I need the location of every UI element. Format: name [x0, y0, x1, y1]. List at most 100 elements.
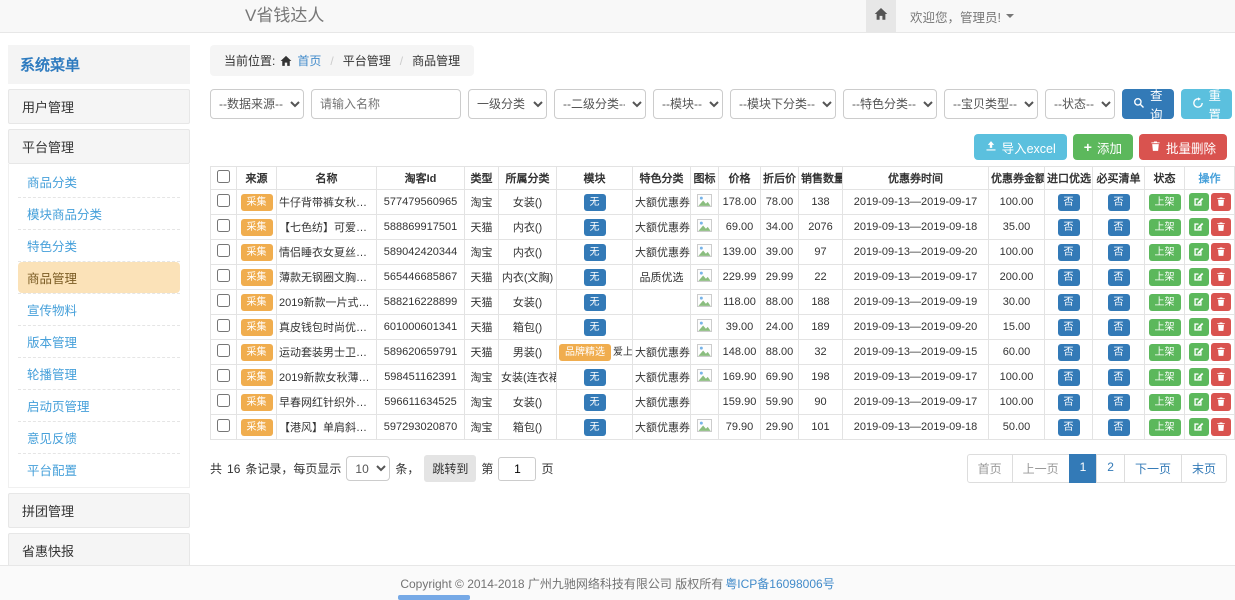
delete-button[interactable] [1211, 393, 1231, 411]
reset-button[interactable]: 重置 [1181, 89, 1233, 119]
row-checkbox[interactable] [217, 369, 230, 382]
sidebar-item-link[interactable]: 意见反馈 [18, 422, 180, 453]
sidebar-group-header[interactable]: 拼团管理 [8, 493, 190, 528]
filter-select[interactable]: --状态-- [1045, 89, 1115, 119]
delete-button[interactable] [1211, 268, 1231, 286]
must-buy-badge[interactable]: 否 [1108, 244, 1130, 261]
horizontal-scrollbar-thumb[interactable] [398, 595, 470, 600]
delete-button[interactable] [1211, 243, 1231, 261]
row-checkbox[interactable] [217, 419, 230, 432]
sidebar-item-link[interactable]: 启动页管理 [18, 390, 180, 421]
status-badge[interactable]: 上架 [1149, 419, 1181, 436]
sidebar-item-link[interactable]: 版本管理 [18, 326, 180, 357]
home-button[interactable] [866, 0, 896, 32]
status-badge[interactable]: 上架 [1149, 219, 1181, 236]
page-number-button[interactable]: 1 [1069, 454, 1098, 483]
icp-link[interactable]: 粤ICP备16098006号 [725, 575, 834, 592]
must-buy-badge[interactable]: 否 [1108, 344, 1130, 361]
page-number-button[interactable]: 2 [1096, 454, 1125, 483]
row-checkbox[interactable] [217, 219, 230, 232]
must-buy-badge[interactable]: 否 [1108, 269, 1130, 286]
edit-button[interactable] [1189, 318, 1209, 336]
sidebar-item-link[interactable]: 模块商品分类 [18, 198, 180, 229]
sidebar-group-header[interactable]: 用户管理 [8, 89, 190, 124]
batch-delete-button[interactable]: 批量删除 [1139, 134, 1227, 160]
import-select-badge[interactable]: 否 [1058, 219, 1080, 236]
name-search-input[interactable] [311, 89, 461, 119]
edit-button[interactable] [1189, 343, 1209, 361]
must-buy-badge[interactable]: 否 [1108, 194, 1130, 211]
import-select-badge[interactable]: 否 [1058, 269, 1080, 286]
edit-button[interactable] [1189, 268, 1209, 286]
import-select-badge[interactable]: 否 [1058, 294, 1080, 311]
sidebar-group-header[interactable]: 省惠快报 [8, 533, 190, 565]
status-badge[interactable]: 上架 [1149, 369, 1181, 386]
sidebar-item-link[interactable]: 平台配置 [18, 454, 180, 485]
status-badge[interactable]: 上架 [1149, 394, 1181, 411]
jump-button[interactable]: 跳转到 [424, 455, 476, 482]
delete-button[interactable] [1211, 418, 1231, 436]
import-select-badge[interactable]: 否 [1058, 369, 1080, 386]
must-buy-badge[interactable]: 否 [1108, 319, 1130, 336]
row-checkbox[interactable] [217, 194, 230, 207]
query-button[interactable]: 查询 [1122, 89, 1174, 119]
must-buy-badge[interactable]: 否 [1108, 219, 1130, 236]
page-first-button[interactable]: 首页 [967, 454, 1013, 483]
sidebar-item-link[interactable]: 宣传物料 [18, 294, 180, 325]
delete-button[interactable] [1211, 293, 1231, 311]
add-button[interactable]: + 添加 [1073, 134, 1133, 160]
select-all-checkbox[interactable] [217, 170, 230, 183]
must-buy-badge[interactable]: 否 [1108, 394, 1130, 411]
breadcrumb-home-link[interactable]: 首页 [297, 52, 321, 69]
row-checkbox[interactable] [217, 294, 230, 307]
page-prev-button[interactable]: 上一页 [1012, 454, 1070, 483]
sidebar-item-link[interactable]: 商品分类 [18, 166, 180, 197]
row-checkbox[interactable] [217, 319, 230, 332]
edit-button[interactable] [1189, 393, 1209, 411]
edit-button[interactable] [1189, 418, 1209, 436]
status-badge[interactable]: 上架 [1149, 269, 1181, 286]
edit-button[interactable] [1189, 368, 1209, 386]
edit-button[interactable] [1189, 243, 1209, 261]
delete-button[interactable] [1211, 218, 1231, 236]
row-checkbox[interactable] [217, 269, 230, 282]
filter-select[interactable]: --宝贝类型-- [944, 89, 1038, 119]
import-select-badge[interactable]: 否 [1058, 244, 1080, 261]
jump-page-input[interactable] [498, 457, 536, 481]
delete-button[interactable] [1211, 368, 1231, 386]
must-buy-badge[interactable]: 否 [1108, 369, 1130, 386]
must-buy-badge[interactable]: 否 [1108, 294, 1130, 311]
sidebar-item-link[interactable]: 商品管理 [18, 262, 180, 293]
page-next-button[interactable]: 下一页 [1124, 454, 1182, 483]
sidebar-item-link[interactable]: 轮播管理 [18, 358, 180, 389]
row-checkbox[interactable] [217, 244, 230, 257]
filter-select[interactable]: --二级分类-- [554, 89, 646, 119]
import-excel-button[interactable]: 导入excel [974, 134, 1067, 160]
status-badge[interactable]: 上架 [1149, 344, 1181, 361]
filter-select[interactable]: --数据来源-- [210, 89, 304, 119]
sidebar-item-link[interactable]: 特色分类 [18, 230, 180, 261]
row-checkbox[interactable] [217, 394, 230, 407]
status-badge[interactable]: 上架 [1149, 244, 1181, 261]
must-buy-badge[interactable]: 否 [1108, 419, 1130, 436]
filter-select[interactable]: --特色分类-- [843, 89, 937, 119]
row-checkbox[interactable] [217, 344, 230, 357]
edit-button[interactable] [1189, 218, 1209, 236]
import-select-badge[interactable]: 否 [1058, 419, 1080, 436]
filter-select[interactable]: --模块-- [653, 89, 723, 119]
status-badge[interactable]: 上架 [1149, 294, 1181, 311]
import-select-badge[interactable]: 否 [1058, 344, 1080, 361]
filter-select[interactable]: --模块下分类-- [730, 89, 836, 119]
import-select-badge[interactable]: 否 [1058, 194, 1080, 211]
sidebar-group-header[interactable]: 平台管理 [8, 129, 190, 164]
user-menu[interactable]: 欢迎您，管理员! [910, 7, 1014, 26]
page-last-button[interactable]: 末页 [1181, 454, 1227, 483]
per-page-select[interactable]: 10 [346, 456, 390, 481]
import-select-badge[interactable]: 否 [1058, 394, 1080, 411]
delete-button[interactable] [1211, 343, 1231, 361]
delete-button[interactable] [1211, 318, 1231, 336]
filter-select[interactable]: 一级分类 [468, 89, 547, 119]
import-select-badge[interactable]: 否 [1058, 319, 1080, 336]
status-badge[interactable]: 上架 [1149, 319, 1181, 336]
edit-button[interactable] [1189, 193, 1209, 211]
